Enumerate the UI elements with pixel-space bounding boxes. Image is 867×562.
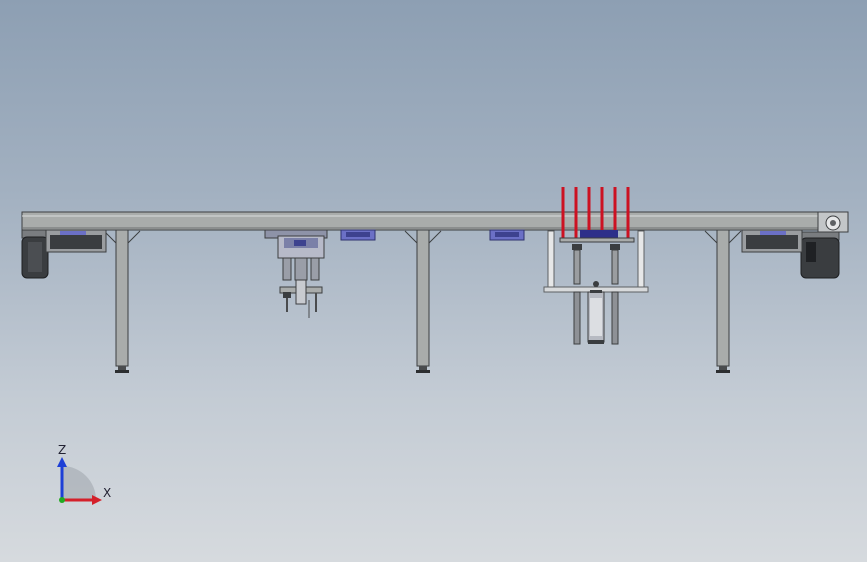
left-drive-motor [21, 229, 107, 279]
y-axis-dot [59, 497, 65, 503]
main-beam [21, 211, 849, 231]
assembly-drawing [21, 187, 849, 373]
conveyor-frame [21, 211, 849, 231]
beam-brackets [340, 229, 525, 241]
cad-viewport[interactable]: Z X [0, 0, 867, 562]
z-axis-label: Z [58, 443, 67, 457]
support-legs [103, 229, 742, 373]
pneumatic-head-station [264, 229, 328, 318]
leg-middle [404, 229, 442, 373]
leg-left [103, 229, 141, 373]
leg-right [704, 229, 742, 373]
lifting-station [543, 187, 649, 345]
x-axis-label: X [103, 486, 112, 500]
